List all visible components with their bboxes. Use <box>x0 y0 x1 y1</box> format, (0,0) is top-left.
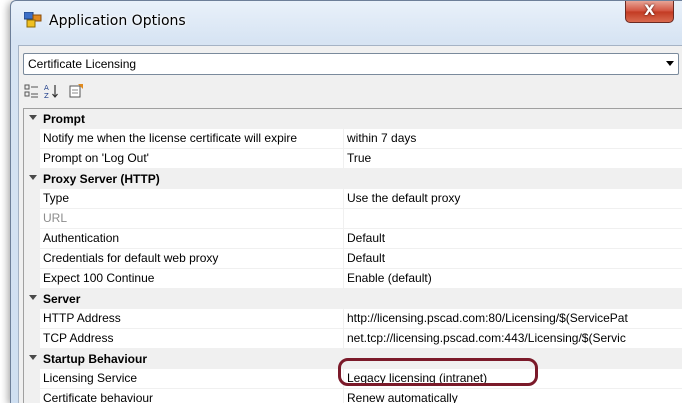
row-gutter <box>24 389 40 403</box>
collapse-triangle-icon[interactable] <box>29 355 37 360</box>
category-label: Server <box>43 292 81 306</box>
row-gutter <box>24 369 40 389</box>
property-pages-icon[interactable] <box>67 82 85 100</box>
property-name: Type <box>40 189 344 209</box>
property-value[interactable]: Use the default proxy <box>344 189 682 209</box>
property-value[interactable]: http://licensing.pscad.com:80/Licensing/… <box>344 309 682 329</box>
category-label: Proxy Server (HTTP) <box>43 172 160 186</box>
property-row[interactable]: Type Use the default proxy <box>24 189 682 209</box>
row-gutter <box>24 229 40 249</box>
property-row[interactable]: Notify me when the license certificate w… <box>24 129 682 149</box>
property-row[interactable]: Authentication Default <box>24 229 682 249</box>
category-row-proxy-server[interactable]: Proxy Server (HTTP) <box>24 169 682 189</box>
row-gutter <box>24 149 40 169</box>
category-dropdown[interactable]: Certificate Licensing <box>23 53 679 75</box>
property-value <box>344 209 682 229</box>
options-content: Certificate Licensing A Z Prompt Notify … <box>18 45 682 403</box>
property-value[interactable]: Default <box>344 249 682 269</box>
sort-alphabetical-icon[interactable]: A Z <box>43 82 61 100</box>
category-row-server[interactable]: Server <box>24 289 682 309</box>
property-value[interactable]: within 7 days <box>344 129 682 149</box>
window-title: Application Options <box>49 13 186 29</box>
property-value[interactable]: Renew automatically <box>344 389 682 403</box>
property-row[interactable]: Prompt on 'Log Out' True <box>24 149 682 169</box>
property-value[interactable]: net.tcp://licensing.pscad.com:443/Licens… <box>344 329 682 349</box>
property-name: Authentication <box>40 229 344 249</box>
collapse-triangle-icon[interactable] <box>29 295 37 300</box>
collapse-triangle-icon[interactable] <box>29 175 37 180</box>
property-name: Expect 100 Continue <box>40 269 344 289</box>
title-bar[interactable]: Application Options X <box>11 1 682 37</box>
category-dropdown-value: Certificate Licensing <box>28 57 137 71</box>
property-value[interactable]: Enable (default) <box>344 269 682 289</box>
property-name: Notify me when the license certificate w… <box>40 129 344 149</box>
property-row[interactable]: Credentials for default web proxy Defaul… <box>24 249 682 269</box>
row-gutter <box>24 209 40 229</box>
categorized-icon[interactable] <box>23 82 41 100</box>
property-row[interactable]: TCP Address net.tcp://licensing.pscad.co… <box>24 329 682 349</box>
property-row: URL <box>24 209 682 229</box>
property-name: Licensing Service <box>40 369 344 389</box>
row-gutter <box>24 309 40 329</box>
property-name: TCP Address <box>40 329 344 349</box>
property-value[interactable]: True <box>344 149 682 169</box>
svg-text:Z: Z <box>44 92 49 100</box>
property-name: Prompt on 'Log Out' <box>40 149 344 169</box>
property-row[interactable]: Expect 100 Continue Enable (default) <box>24 269 682 289</box>
property-row[interactable]: Licensing Service Legacy licensing (intr… <box>24 369 682 389</box>
options-window: Application Options X Certificate Licens… <box>10 0 682 403</box>
close-icon: X <box>644 3 655 19</box>
property-row[interactable]: HTTP Address http://licensing.pscad.com:… <box>24 309 682 329</box>
category-row-prompt[interactable]: Prompt <box>24 109 682 129</box>
category-label: Startup Behaviour <box>43 352 148 366</box>
category-label: Prompt <box>43 112 85 126</box>
property-row[interactable]: Certificate behaviour Renew automaticall… <box>24 389 682 403</box>
property-value[interactable]: Legacy licensing (intranet) <box>344 369 682 389</box>
property-grid: Prompt Notify me when the license certif… <box>23 108 682 403</box>
svg-text:A: A <box>44 84 49 92</box>
chevron-down-icon[interactable] <box>666 61 674 66</box>
category-row-startup-behaviour[interactable]: Startup Behaviour <box>24 349 682 369</box>
property-value[interactable]: Default <box>344 229 682 249</box>
property-name: HTTP Address <box>40 309 344 329</box>
row-gutter <box>24 329 40 349</box>
property-name: Certificate behaviour <box>40 389 344 403</box>
close-button[interactable]: X <box>625 1 674 23</box>
row-gutter <box>24 129 40 149</box>
application-options-icon <box>23 11 42 28</box>
property-name: URL <box>40 209 344 229</box>
row-gutter <box>24 269 40 289</box>
row-gutter <box>24 249 40 269</box>
property-name: Credentials for default web proxy <box>40 249 344 269</box>
row-gutter <box>24 189 40 209</box>
collapse-triangle-icon[interactable] <box>29 115 37 120</box>
